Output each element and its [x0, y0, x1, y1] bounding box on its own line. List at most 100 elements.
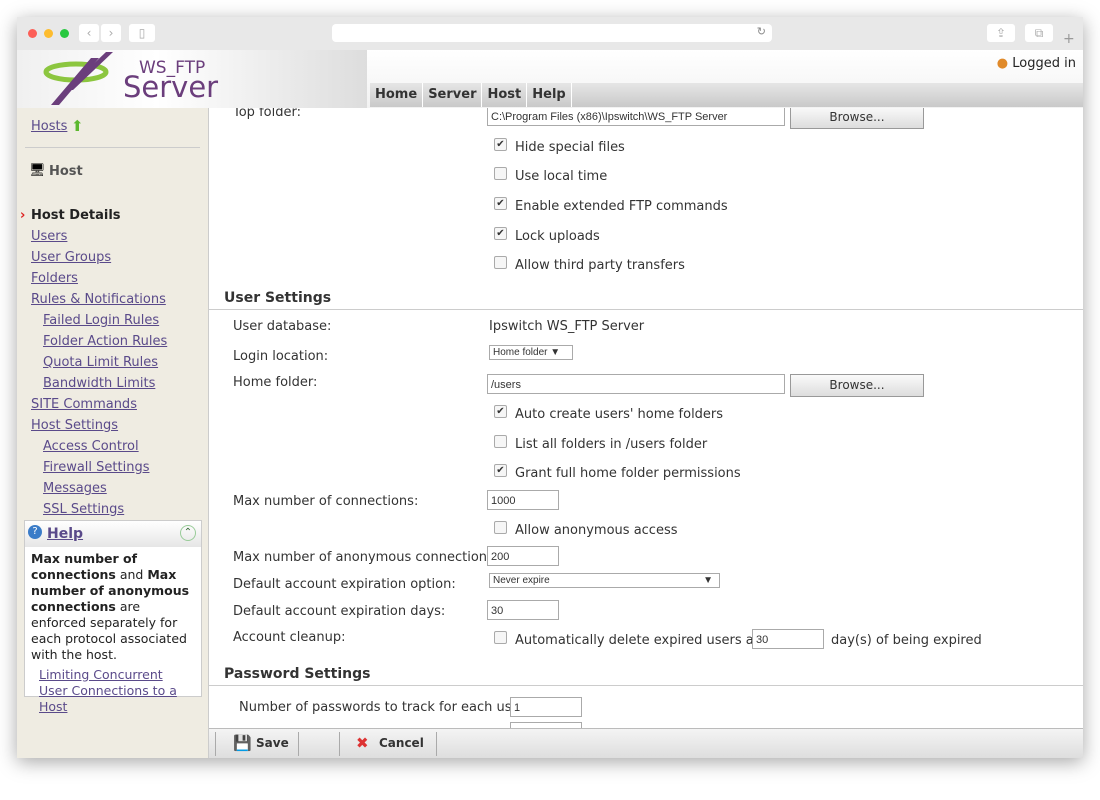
top-folder-input[interactable]: C:\Program Files (x86)\Ipswitch\WS_FTP S…	[487, 108, 785, 126]
password-settings-heading: Password Settings	[209, 666, 1083, 686]
sidebar: Hosts ⬆ 🖥 Host › Host Details Users User Gr…	[17, 108, 209, 758]
help-title[interactable]: Help	[47, 526, 83, 542]
forward-icon[interactable]: ›	[101, 24, 121, 42]
user-settings-heading: User Settings	[209, 290, 1083, 310]
sidebar-item[interactable]: User Groups	[31, 250, 111, 265]
cancel-icon: ✖	[356, 734, 369, 752]
max-anonymous-connections-input[interactable]: 200	[487, 546, 559, 566]
sidebar-item[interactable]: Rules & Notifications	[31, 292, 166, 307]
sidebar-item[interactable]: Messages	[43, 481, 107, 496]
allow-anonymous-checkbox[interactable]	[494, 521, 507, 534]
expiration-option-label: Default account expiration option:	[233, 577, 456, 592]
max-connections-label: Max number of connections:	[233, 494, 419, 509]
checkbox[interactable]: ✔	[494, 227, 507, 240]
expiration-days-input[interactable]: 30	[487, 600, 559, 620]
new-tab-icon[interactable]: +	[1063, 31, 1075, 47]
checkbox[interactable]: ✔	[494, 405, 507, 418]
sidebar-item[interactable]: Failed Login Rules	[43, 313, 159, 328]
tabs-icon[interactable]: ⧉	[1025, 24, 1053, 42]
checkbox[interactable]: ✔	[494, 138, 507, 151]
nav-host[interactable]: Host	[482, 83, 528, 107]
server-icon: 🖥	[29, 163, 46, 178]
maximize-window-button[interactable]	[60, 29, 69, 38]
collapse-icon[interactable]: ⌃	[180, 525, 196, 541]
main-nav: Home Server Host Help	[370, 83, 1083, 107]
sidebar-toggle-icon[interactable]: ▯	[129, 24, 155, 42]
hosts-link[interactable]: Hosts	[31, 119, 67, 134]
browser-toolbar: ‹ › ▯ ↻ ⇪ ⧉ +	[17, 17, 1083, 51]
user-database-value: Ipswitch WS_FTP Server	[489, 319, 645, 334]
checkbox[interactable]	[494, 167, 507, 180]
minimize-window-button[interactable]	[44, 29, 53, 38]
home-folder-label: Home folder:	[233, 375, 318, 390]
sidebar-item[interactable]: Access Control	[43, 439, 139, 454]
account-cleanup-label: Account cleanup:	[233, 630, 346, 645]
checkbox[interactable]: ✔	[494, 464, 507, 477]
close-window-button[interactable]	[28, 29, 37, 38]
checkbox[interactable]	[494, 256, 507, 269]
sidebar-item[interactable]: › Host Details	[20, 208, 121, 223]
checkbox-label: List all folders in /users folder	[515, 437, 708, 452]
cleanup-days-suffix: day(s) of being expired	[831, 633, 982, 648]
login-location-label: Login location:	[233, 349, 329, 364]
logo-icon	[43, 52, 113, 105]
sidebar-item[interactable]: Folder Action Rules	[43, 334, 167, 349]
top-folder-browse-button[interactable]: Browse...	[790, 108, 924, 129]
sidebar-item[interactable]: Firewall Settings	[43, 460, 149, 475]
password-history-input[interactable]: 1	[510, 697, 582, 717]
allow-anonymous-label: Allow anonymous access	[515, 523, 678, 538]
nav-help[interactable]: Help	[527, 83, 572, 107]
save-icon: 💾	[233, 734, 252, 752]
user-database-label: User database:	[233, 319, 332, 334]
address-bar[interactable]: ↻	[332, 24, 772, 42]
action-bar: 💾 Save ✖ Cancel	[209, 728, 1083, 758]
expiration-days-label: Default account expiration days:	[233, 604, 446, 619]
max-anonymous-connections-label: Max number of anonymous connections:	[233, 550, 499, 565]
sidebar-item[interactable]: Folders	[31, 271, 78, 286]
logo: WS_FTP Server	[17, 50, 367, 108]
back-icon[interactable]: ‹	[79, 24, 99, 42]
user-icon: ●	[996, 56, 1009, 71]
max-connections-input[interactable]: 1000	[487, 490, 559, 510]
cancel-button[interactable]: Cancel	[379, 736, 424, 750]
app-header: WS_FTP Server ● Logged in Home Server Ho…	[17, 50, 1083, 108]
checkbox-label: Enable extended FTP commands	[515, 199, 728, 214]
nav-server[interactable]: Server	[423, 83, 483, 107]
cleanup-days-input[interactable]: 30	[752, 629, 824, 649]
expiration-option-select[interactable]: Never expire ▼	[489, 573, 720, 588]
help-panel: ? Help ⌃ Max number of connections and M…	[24, 520, 202, 714]
checkbox[interactable]: ✔	[494, 197, 507, 210]
logged-in-status: ● Logged in	[996, 56, 1076, 71]
help-text: Max number of connections and Max number…	[31, 551, 190, 662]
browser-window: ‹ › ▯ ↻ ⇪ ⧉ + WS_FTP Server ● Logged in …	[17, 17, 1083, 758]
current-marker-icon: ›	[20, 208, 26, 223]
help-icon: ?	[28, 525, 42, 539]
sidebar-item[interactable]: SITE Commands	[31, 397, 137, 412]
help-link[interactable]: Limiting Concurrent User Connections to …	[39, 667, 194, 715]
host-header: Host	[49, 164, 83, 179]
auto-delete-checkbox[interactable]	[494, 631, 507, 644]
sidebar-item[interactable]: Bandwidth Limits	[43, 376, 155, 391]
sidebar-item[interactable]: Users	[31, 229, 67, 244]
share-icon[interactable]: ⇪	[987, 24, 1015, 42]
reload-icon[interactable]: ↻	[757, 25, 766, 38]
password-history-label: Number of passwords to track for each us…	[239, 700, 530, 715]
checkbox-label: Grant full home folder permissions	[515, 466, 741, 481]
logo-text-server: Server	[123, 70, 219, 104]
checkbox[interactable]	[494, 435, 507, 448]
home-folder-browse-button[interactable]: Browse...	[790, 374, 924, 397]
up-arrow-icon[interactable]: ⬆	[71, 117, 84, 135]
nav-home[interactable]: Home	[370, 83, 424, 107]
checkbox-label: Use local time	[515, 169, 608, 184]
sidebar-item[interactable]: SSL Settings	[43, 502, 124, 517]
sidebar-item[interactable]: Quota Limit Rules	[43, 355, 158, 370]
home-folder-input[interactable]: /users	[487, 374, 785, 394]
checkbox-label: Lock uploads	[515, 229, 600, 244]
top-folder-label: Top folder:	[233, 108, 301, 120]
checkbox-label: Hide special files	[515, 140, 625, 155]
sidebar-item[interactable]: Host Settings	[31, 418, 118, 433]
divider	[25, 147, 200, 148]
save-button[interactable]: Save	[256, 736, 289, 750]
dropdown-arrow-icon: ▼	[703, 575, 713, 586]
login-location-select[interactable]: Home folder ▼	[489, 345, 573, 360]
